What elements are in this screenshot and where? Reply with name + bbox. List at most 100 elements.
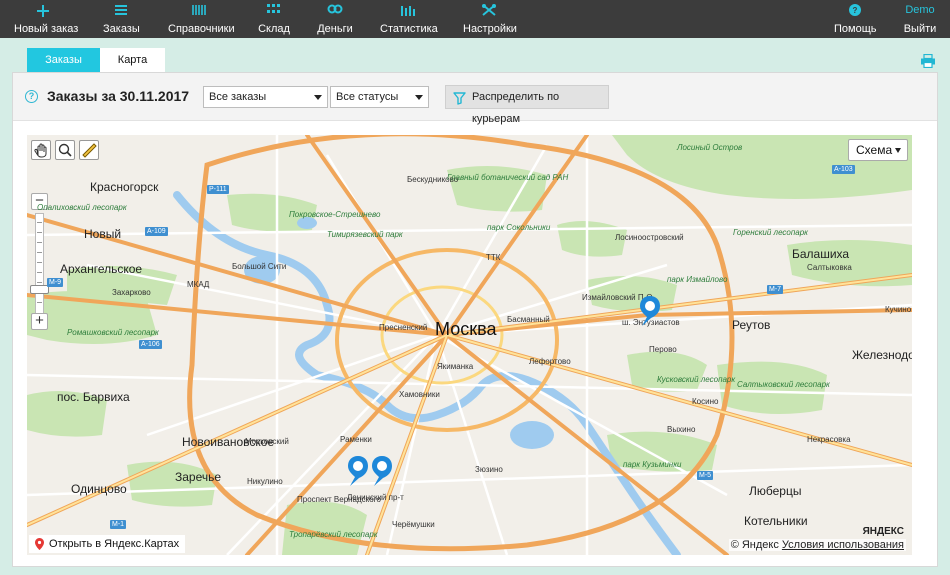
nav-new-order-label: Новый заказ xyxy=(14,23,79,35)
tab-orders[interactable]: Заказы xyxy=(27,48,100,72)
map-label: Балашиха xyxy=(792,247,850,261)
map-label: Лосиноостровский xyxy=(615,233,684,242)
map-label: Ленинский пр-т xyxy=(347,493,404,502)
map-label: ТТК xyxy=(486,253,501,262)
status-filter-select[interactable]: Все статусы xyxy=(330,86,429,108)
open-in-yandex-maps-link[interactable]: Открыть в Яндекс.Картах xyxy=(29,535,186,555)
nav-money-label: Деньги xyxy=(317,23,353,35)
coins-icon xyxy=(317,4,353,22)
nav-warehouse-label: Склад xyxy=(258,23,290,35)
map-label: Кучино xyxy=(885,305,912,314)
ruler-tool-icon[interactable] xyxy=(79,140,99,160)
map-label: Никулино xyxy=(247,477,283,486)
road-badge: А-103 xyxy=(832,165,855,174)
user-logout[interactable]: Demo Выйти xyxy=(902,0,938,38)
orders-map-panel: ? Заказы за 30.11.2017 Все заказы Все ст… xyxy=(12,72,938,567)
distribute-couriers-button[interactable]: Распределить по курьерам xyxy=(445,85,609,125)
panel-toolbar: ? Заказы за 30.11.2017 Все заказы Все ст… xyxy=(13,73,937,125)
map-label: Одинцово xyxy=(71,482,127,496)
nav-directories-label: Справочники xyxy=(168,23,235,35)
orders-filter-value: Все заказы xyxy=(209,91,267,103)
map-label: Лефортово xyxy=(529,357,571,366)
print-icon[interactable] xyxy=(920,53,936,69)
order-marker[interactable] xyxy=(347,455,369,487)
magnifier-tool-icon[interactable] xyxy=(55,140,75,160)
map-label: Котельники xyxy=(744,514,808,528)
nav-settings-label: Настройки xyxy=(463,23,517,35)
nav-statistics-label: Статистика xyxy=(380,23,438,35)
nav-orders-label: Заказы xyxy=(103,23,140,35)
map-label: Архангельское xyxy=(60,262,143,276)
map-label: Басманный xyxy=(507,315,550,324)
road-badge: М-9 xyxy=(47,278,64,287)
open-in-yandex-maps-label: Открыть в Яндекс.Картах xyxy=(49,538,180,550)
road-badge: М-7 xyxy=(767,285,784,294)
nav-help[interactable]: ? Помощь xyxy=(834,0,877,38)
copyright-text: © Яндекс xyxy=(730,539,779,551)
nav-money[interactable]: Деньги xyxy=(317,0,353,38)
orders-filter-select[interactable]: Все заказы xyxy=(203,86,328,108)
list-icon xyxy=(103,4,139,22)
status-filter-value: Все статусы xyxy=(336,91,399,103)
map-label: Салтыковка xyxy=(807,263,852,272)
user-name: Demo xyxy=(905,4,935,16)
chevron-down-icon xyxy=(415,95,423,100)
hand-tool-icon[interactable] xyxy=(31,140,51,160)
question-icon[interactable]: ? xyxy=(25,90,38,103)
terms-link[interactable]: Условия использования xyxy=(782,539,904,551)
nav-warehouse[interactable]: Склад xyxy=(258,0,290,38)
plus-icon xyxy=(14,4,72,22)
logout-label: Выйти xyxy=(903,23,937,35)
order-marker[interactable] xyxy=(639,295,661,327)
map-label: Кусковский лесопарк xyxy=(657,375,736,384)
top-navigation-bar: Новый заказ Заказы Справочники Склад Ден… xyxy=(0,0,950,38)
map-label: парк Измайлово xyxy=(667,275,728,284)
page-title: Заказы за 30.11.2017 xyxy=(47,88,190,104)
tab-map[interactable]: Карта xyxy=(100,48,165,72)
zoom-in-button[interactable]: + xyxy=(31,313,48,330)
map-label: Выхино xyxy=(667,425,696,434)
map-label: Перово xyxy=(649,345,677,354)
chevron-down-icon xyxy=(314,95,322,100)
map-pin-icon xyxy=(35,538,44,555)
map-label: Железнодор xyxy=(852,348,912,362)
map-label: Некрасовка xyxy=(807,435,851,444)
map-label: Хамовники xyxy=(399,390,440,399)
map-label: Главный ботанический сад РАН xyxy=(447,173,569,182)
map-label: Опалиховский лесопарк xyxy=(37,203,127,212)
nav-statistics[interactable]: Статистика xyxy=(380,0,438,38)
map-label: Покровское-Стрешнево xyxy=(289,210,381,219)
map-label: Пресненский xyxy=(379,323,428,332)
nav-orders[interactable]: Заказы xyxy=(103,0,140,38)
road-badge: М-5 xyxy=(697,471,714,480)
map-label: парк Кузьминки xyxy=(623,460,682,469)
books-icon xyxy=(168,4,230,22)
map-label: Большой Сити xyxy=(232,262,287,271)
map-label: парк Сокольники xyxy=(487,223,551,232)
nav-directories[interactable]: Справочники xyxy=(168,0,235,38)
road-badge: А-106 xyxy=(139,340,162,349)
svg-text:?: ? xyxy=(853,6,858,15)
map-label: Якиманка xyxy=(437,362,474,371)
nav-new-order[interactable]: Новый заказ xyxy=(14,0,79,38)
map-label: Новый xyxy=(84,227,122,241)
map-label: Заречье xyxy=(175,470,222,484)
map-label: Люберцы xyxy=(749,484,802,498)
map-type-button[interactable]: Схема xyxy=(848,139,908,161)
map-label: Косино xyxy=(692,397,719,406)
order-marker[interactable] xyxy=(371,455,393,487)
yandex-map[interactable]: − + Схема Красногорск Балашиха Реутов Же… xyxy=(27,135,912,555)
map-label: пос. Барвиха xyxy=(57,390,130,404)
help-circle-icon: ? xyxy=(834,4,876,22)
map-label: МКАД xyxy=(187,280,210,289)
nav-settings[interactable]: Настройки xyxy=(463,0,517,38)
road-badge: М-1 xyxy=(110,520,127,529)
yandex-logo: ЯНДЕКС xyxy=(862,526,904,537)
zoom-track[interactable] xyxy=(35,213,44,315)
map-label: Лосиный Остров xyxy=(677,143,743,152)
map-label: Тимирязевский парк xyxy=(327,230,403,239)
road-badge: А-109 xyxy=(145,227,168,236)
map-label: Московский xyxy=(245,437,289,446)
map-label: Красногорск xyxy=(90,180,159,194)
map-type-label: Схема xyxy=(856,143,893,157)
